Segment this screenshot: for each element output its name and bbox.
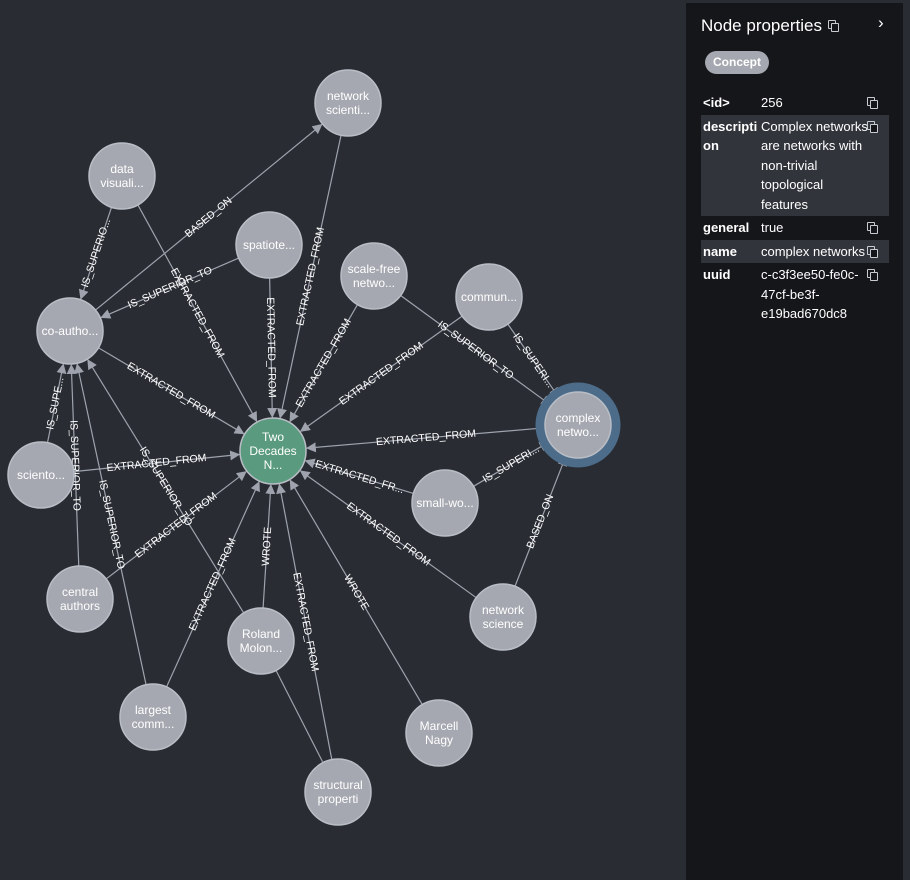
node-label: complex — [556, 411, 601, 425]
graph-node-network-science[interactable]: networkscience — [469, 583, 537, 651]
edge-label: EXTRACTED_FROM — [290, 572, 321, 673]
graph-edge[interactable] — [275, 670, 324, 762]
copy-icon[interactable] — [867, 245, 878, 258]
node-label: largest — [135, 703, 172, 717]
node-label: science — [483, 617, 524, 631]
node-label: Nagy — [425, 733, 453, 747]
node-label: structural — [313, 778, 362, 792]
edge-label: BASED_ON — [524, 493, 556, 551]
node-label: netwo... — [353, 276, 395, 290]
graph-node-network-scienti[interactable]: networkscienti... — [314, 69, 382, 137]
property-key: <id> — [703, 95, 730, 110]
graph-node-data-visuali[interactable]: datavisuali... — [88, 142, 156, 210]
edge-label: IS_SUPERI... — [481, 443, 542, 486]
copy-icon[interactable] — [867, 222, 878, 234]
graph-node-two-decades[interactable]: TwoDecadesN... — [239, 417, 307, 485]
node-properties-panel: Node properties › Concept <id> 256 descr… — [686, 3, 903, 880]
graph-node-largest-comm[interactable]: largestcomm... — [119, 683, 187, 751]
node-label: authors — [60, 599, 100, 613]
graph-node-small-wo[interactable]: small-wo... — [411, 469, 479, 537]
node-label: properti — [318, 792, 359, 806]
property-value: 256 — [761, 95, 783, 110]
properties-table: <id> 256 description Complex networks ar… — [701, 91, 889, 326]
panel-title: Node properties — [701, 16, 822, 35]
edge-label: WROTE — [260, 527, 274, 567]
graph-node-scale-free[interactable]: scale-freenetwo... — [340, 242, 408, 310]
node-label: Marcell — [420, 719, 459, 733]
edge-label: EXTRACTED_FROM — [264, 297, 278, 398]
graph-node-commun[interactable]: commun... — [455, 263, 523, 331]
property-row-name: name complex networks — [701, 239, 889, 263]
node-label: co-autho... — [42, 324, 99, 338]
label-chip-concept[interactable]: Concept — [705, 51, 769, 74]
node-label: sciento... — [17, 468, 65, 482]
node-label: Two — [262, 430, 284, 444]
edge-label: IS_SUPERI... — [510, 331, 556, 390]
graph-node-structural[interactable]: structuralproperti — [304, 758, 372, 826]
node-label: visuali... — [100, 176, 143, 190]
property-key: general — [703, 220, 750, 235]
node-label: netwo... — [557, 425, 599, 439]
node-label: network — [327, 89, 370, 103]
property-row-id: <id> 256 — [701, 91, 889, 115]
node-label: comm... — [132, 717, 175, 731]
node-label: commun... — [461, 290, 517, 304]
edge-label: EXTRACTED_FROM — [375, 428, 476, 448]
edge-label: IS_SUPE... — [44, 376, 66, 430]
node-label: spatiote... — [243, 238, 295, 252]
property-key: uuid — [703, 267, 731, 282]
node-label: network — [482, 603, 525, 617]
edge-label: IS_SUPERIOR_TO — [96, 479, 127, 570]
edge-label: IS_SUPERIO... — [79, 217, 113, 289]
graph-node-marcell[interactable]: MarcellNagy — [405, 699, 473, 767]
copy-icon[interactable] — [867, 97, 878, 109]
node-label: Molon... — [240, 641, 283, 655]
property-row-description: description Complex networks are network… — [701, 114, 889, 216]
property-key: name — [703, 243, 737, 259]
property-value: true — [761, 220, 784, 235]
property-row-uuid: uuid c-c3f3ee50-fe0c-47cf-be3f-e19bad670… — [701, 263, 889, 326]
graph-node-roland[interactable]: RolandMolon... — [227, 607, 295, 675]
edge-label: EXTRACTED_FROM — [125, 360, 217, 421]
edge-label: WROTE — [341, 573, 371, 613]
graph-canvas[interactable]: EXTRACTED_FROM EXTRACTED_FROM EXTRACTED_FR… — [0, 0, 686, 880]
node-label: N... — [264, 458, 283, 472]
property-value: c-c3f3ee50-fe0c-47cf-be3f-e19bad670dc8 — [761, 267, 859, 321]
graph-node-spatiote[interactable]: spatiote... — [235, 211, 303, 279]
edge-label: EXTRACTED_FROM — [337, 340, 426, 408]
graph-node-central-authors[interactable]: centralauthors — [46, 565, 114, 633]
graph-node-co-autho[interactable]: co-autho... — [36, 297, 104, 365]
property-value: complex networks — [761, 243, 866, 259]
copy-icon[interactable] — [867, 269, 878, 281]
edge-label: BASED_ON — [183, 195, 235, 241]
property-row-general: general true — [701, 216, 889, 240]
property-value: Complex networks are networks with non-t… — [761, 118, 868, 212]
node-label: Roland — [242, 627, 280, 641]
graph-node-complex-networks[interactable]: complexnetwo... — [535, 382, 621, 468]
property-key: description — [703, 118, 758, 154]
graph-node-sciento[interactable]: sciento... — [7, 441, 75, 509]
edge-label: IS_SUPERIOR_TO — [435, 319, 515, 382]
node-label: scale-free — [348, 262, 401, 276]
chevron-right-icon[interactable]: › — [878, 13, 884, 33]
node-label: central — [62, 585, 98, 599]
node-label: Decades — [249, 444, 296, 458]
edge-label: EXTRACTED_FROM — [187, 536, 239, 632]
node-label: scienti... — [326, 103, 370, 117]
copy-icon[interactable] — [867, 120, 878, 133]
node-label: small-wo... — [416, 496, 473, 510]
copy-icon[interactable] — [828, 20, 839, 32]
node-label: data — [110, 162, 134, 176]
